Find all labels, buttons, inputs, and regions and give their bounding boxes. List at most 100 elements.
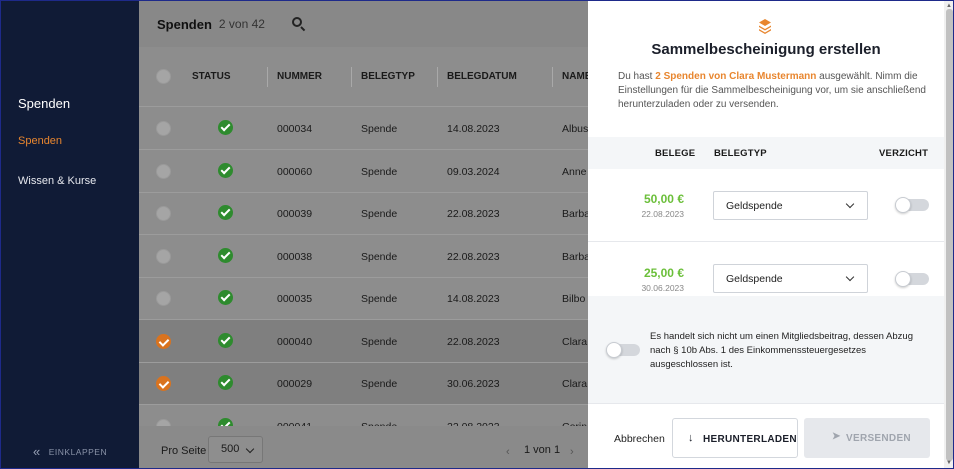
verzicht-toggle[interactable] xyxy=(895,271,929,287)
status-check-icon xyxy=(218,205,233,220)
row-type: Spende xyxy=(361,251,398,263)
row-type: Spende xyxy=(361,208,398,220)
receipt-amount: 50,00 € xyxy=(643,192,684,206)
row-number: 000060 xyxy=(277,166,313,178)
prev-page-icon[interactable]: ‹ xyxy=(506,446,510,458)
row-number: 000029 xyxy=(277,378,313,390)
app-window: Spenden Spenden Wissen & Kurse « EINKLAP… xyxy=(0,0,954,469)
row-date: 22.08.2023 xyxy=(447,208,500,220)
row-type: Spende xyxy=(361,336,398,348)
status-check-icon xyxy=(218,248,233,263)
panel-table-header: BELEGE BELEGTYP VERZICHT xyxy=(588,137,944,169)
belegtyp-select[interactable]: Geldspende xyxy=(713,264,868,293)
chevron-down-icon xyxy=(845,272,855,282)
send-button[interactable]: ➤ VERSENDEN xyxy=(804,418,930,458)
status-check-icon xyxy=(218,375,233,390)
next-page-icon[interactable]: › xyxy=(570,446,574,458)
scrollbar-thumb[interactable] xyxy=(946,9,953,461)
row-name: Barba xyxy=(562,208,588,220)
receipt-amount: 25,00 € xyxy=(643,266,684,280)
cancel-button[interactable]: Abbrechen xyxy=(614,433,665,445)
download-label: HERUNTERLADEN xyxy=(703,434,797,445)
status-check-icon xyxy=(218,120,233,135)
scroll-down-arrow-icon[interactable]: ▼ xyxy=(946,460,952,466)
column-header-belegdatum[interactable]: BELEGDATUM xyxy=(447,71,517,82)
selection-highlight: 2 Spenden von Clara Mustermann xyxy=(655,71,817,82)
table-row[interactable]: 000038 Spende 22.08.2023 Barba xyxy=(139,235,588,277)
row-checkbox-checked[interactable] xyxy=(156,376,171,391)
row-type: Spende xyxy=(361,166,398,178)
belegtyp-select[interactable]: Geldspende xyxy=(713,191,868,220)
column-header-name[interactable]: NAME xyxy=(562,71,588,82)
scroll-up-arrow-icon[interactable]: ▲ xyxy=(946,3,952,9)
receipt-date: 22.08.2023 xyxy=(641,209,684,219)
row-type: Spende xyxy=(361,293,398,305)
send-label: VERSENDEN xyxy=(846,433,911,444)
select-all-checkbox[interactable] xyxy=(156,69,171,84)
table-row[interactable]: 000060 Spende 09.03.2024 Anne xyxy=(139,150,588,192)
row-checkbox[interactable] xyxy=(156,121,171,136)
row-date: 09.03.2024 xyxy=(447,166,500,178)
status-check-icon xyxy=(218,163,233,178)
donations-list: Spenden 2 von 42 STATUS NUMMER BELEGTYP … xyxy=(139,1,588,468)
row-checkbox[interactable] xyxy=(156,206,171,221)
stack-logo-icon xyxy=(759,19,771,34)
chevron-down-icon xyxy=(245,444,255,454)
download-icon: ↓ xyxy=(688,432,694,444)
row-date: 14.08.2023 xyxy=(447,123,500,135)
column-header-status[interactable]: STATUS xyxy=(192,71,231,82)
row-name: Clara xyxy=(562,336,588,348)
per-page-select[interactable]: 500 xyxy=(208,436,263,463)
table-row-selected[interactable]: 000029 Spende 30.06.2023 Clara xyxy=(139,363,588,405)
membership-toggle[interactable] xyxy=(606,342,640,358)
column-header-belegtyp: BELEGTYP xyxy=(714,148,767,159)
column-header-belegtyp[interactable]: BELEGTYP xyxy=(361,71,415,82)
panel-title: Sammelbescheinigung erstellen xyxy=(651,41,881,58)
row-number: 000039 xyxy=(277,208,313,220)
column-header-nummer[interactable]: NUMMER xyxy=(277,71,322,82)
column-header-verzicht: VERZICHT xyxy=(879,148,929,159)
sidebar: Spenden Spenden Wissen & Kurse « EINKLAP… xyxy=(1,1,139,468)
page-title: Spenden xyxy=(157,16,212,32)
sidebar-item-wissen-kurse[interactable]: Wissen & Kurse xyxy=(18,175,96,187)
panel-description: Du hast 2 Spenden von Clara Mustermann a… xyxy=(618,71,926,110)
chevron-down-icon xyxy=(845,199,855,209)
sidebar-item-spenden[interactable]: Spenden xyxy=(18,135,62,147)
row-number: 000038 xyxy=(277,251,313,263)
membership-note: Es handelt sich nicht um einen Mitglieds… xyxy=(650,331,913,370)
pagination-text: 1 von 1 xyxy=(524,444,561,456)
belegtyp-value: Geldspende xyxy=(726,273,783,285)
verzicht-toggle[interactable] xyxy=(895,197,929,213)
row-type: Spende xyxy=(361,123,398,135)
row-checkbox[interactable] xyxy=(156,249,171,264)
row-date: 22.08.2023 xyxy=(447,251,500,263)
row-name: Barba xyxy=(562,251,588,263)
double-chevron-left-icon: « xyxy=(33,444,41,459)
download-button[interactable]: ↓ HERUNTERLADEN xyxy=(672,418,798,458)
row-name: Anne xyxy=(562,166,587,178)
status-check-icon xyxy=(218,290,233,305)
table-row[interactable]: 000034 Spende 14.08.2023 Albus xyxy=(139,107,588,149)
row-date: 22.08.2023 xyxy=(447,336,500,348)
search-icon[interactable] xyxy=(291,17,306,32)
row-date: 14.08.2023 xyxy=(447,293,500,305)
list-footer xyxy=(139,426,588,468)
row-name: Albus xyxy=(562,123,588,135)
row-name: Bilbo xyxy=(562,293,586,305)
column-header-belege: BELEGE xyxy=(655,148,696,159)
list-header: Spenden 2 von 42 xyxy=(139,1,588,47)
sidebar-title: Spenden xyxy=(18,96,71,111)
status-check-icon xyxy=(218,333,233,348)
table-row-selected[interactable]: 000040 Spende 22.08.2023 Clara xyxy=(139,320,588,362)
row-number: 000035 xyxy=(277,293,313,305)
collapse-button[interactable]: « EINKLAPPEN xyxy=(33,444,107,459)
table-row[interactable]: 000039 Spende 22.08.2023 Barba xyxy=(139,193,588,235)
row-checkbox[interactable] xyxy=(156,164,171,179)
row-checkbox[interactable] xyxy=(156,291,171,306)
per-page-value: 500 xyxy=(221,443,240,455)
table-row[interactable]: 000035 Spende 14.08.2023 Bilbo xyxy=(139,278,588,320)
send-icon: ➤ xyxy=(832,431,841,442)
row-checkbox-checked[interactable] xyxy=(156,334,171,349)
row-type: Spende xyxy=(361,378,398,390)
collapse-label: EINKLAPPEN xyxy=(48,446,108,457)
